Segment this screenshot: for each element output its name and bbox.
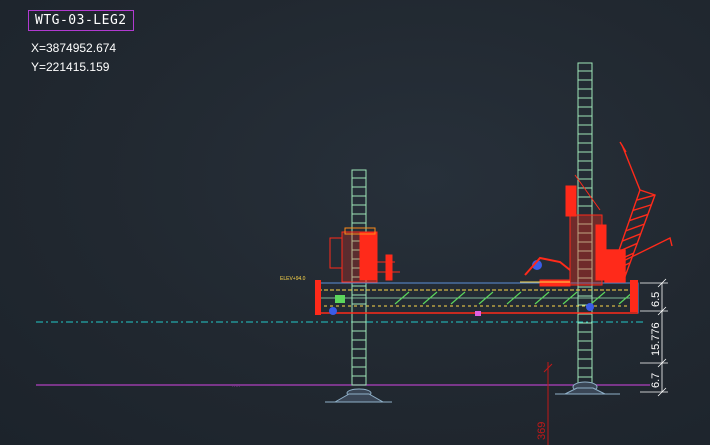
cad-viewport[interactable]: ····· ELEV+94.0 6.5 15.776 6.7 369 WTG-0… [0,0,710,445]
drawing-title: WTG-03-LEG2 [28,10,134,31]
coordinate-x: X=3874952.674 [31,41,117,55]
seabed-label: ····· [232,384,241,390]
dimension-middle: 15.776 [650,322,662,356]
deck-house-left [329,227,400,303]
spudcan-left [325,388,392,403]
spudcan-right [555,381,620,395]
annotation-label: ELEV+94.0 [280,276,306,282]
dimension-bottom: 6.7 [650,373,662,388]
dimension-top: 6.5 [650,292,662,307]
coordinate-y: Y=221415.159 [31,60,110,74]
red-dimension-value: 369 [536,422,548,440]
